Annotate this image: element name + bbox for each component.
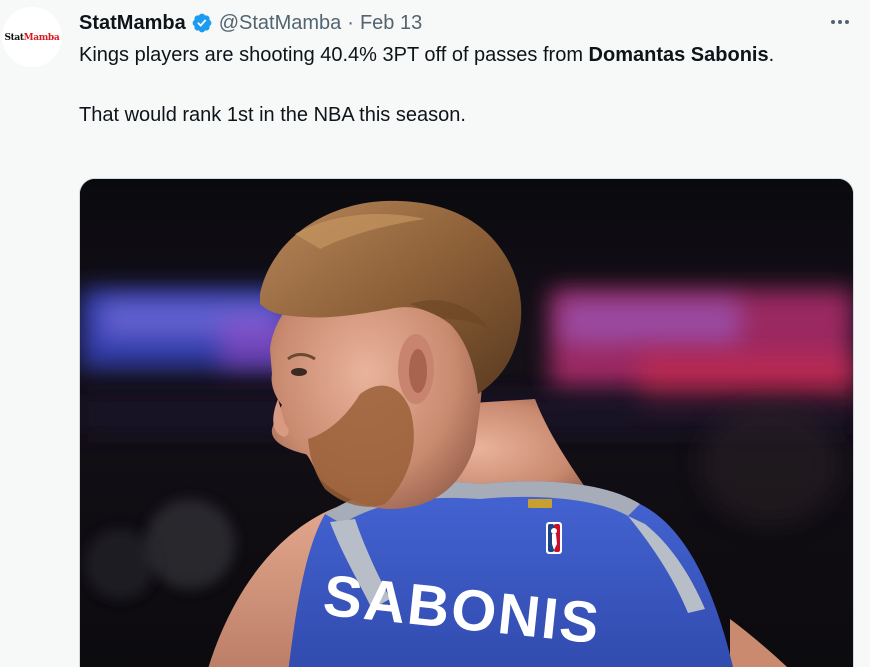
tweet-text: Kings players are shooting 40.4% 3PT off…: [79, 40, 849, 130]
player-photo: SABONIS: [80, 179, 853, 667]
verified-badge-icon: [191, 12, 213, 34]
tweet-card: StatMamba StatMamba @StatMamba · Feb 13 …: [0, 0, 870, 667]
tweet-date[interactable]: Feb 13: [360, 12, 422, 35]
nba-logo-icon: [546, 522, 562, 554]
tweet-text-line-2: That would rank 1st in the NBA this seas…: [79, 104, 466, 126]
author-display-name[interactable]: StatMamba: [79, 12, 186, 35]
tweet-media-image[interactable]: SABONIS: [79, 178, 854, 667]
header-separator: ·: [347, 11, 354, 34]
more-horizontal-icon[interactable]: [822, 10, 858, 34]
avatar[interactable]: StatMamba: [2, 7, 62, 67]
player-name-bold: Domantas Sabonis: [588, 44, 769, 66]
avatar-logo: StatMamba: [4, 31, 60, 43]
tweet-header: StatMamba @StatMamba · Feb 13: [79, 9, 422, 37]
tweet-text-line-1: Kings players are shooting 40.4% 3PT off…: [79, 44, 775, 66]
author-handle[interactable]: @StatMamba: [219, 12, 342, 35]
